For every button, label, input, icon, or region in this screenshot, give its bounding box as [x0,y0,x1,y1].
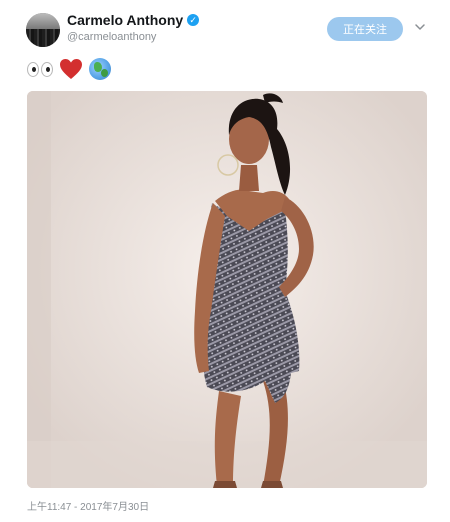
following-button[interactable]: 正在关注 [327,17,403,41]
tweet-text [27,57,111,81]
avatar-sky [26,13,60,29]
right-eye [41,61,53,77]
tweet-photo[interactable] [27,91,427,488]
chevron-down-icon[interactable] [414,21,426,33]
tweet-timestamp[interactable]: 上午11:47 - 2017年7月30日 [27,498,149,513]
woman-in-sequin-dress-image [27,91,427,488]
red-heart-emoji [60,59,82,79]
globe-land [101,69,108,77]
author-name[interactable]: Carmelo Anthony [67,12,183,28]
avatar-city [26,29,60,47]
eyes-emoji [27,61,53,77]
verified-badge-icon: ✓ [187,14,200,26]
author-handle[interactable]: @carmeloanthony [67,31,156,43]
globe-emoji [89,58,111,80]
author-name-row[interactable]: Carmelo Anthony ✓ [67,12,200,28]
author-avatar[interactable] [26,13,60,47]
left-eye [27,61,39,77]
